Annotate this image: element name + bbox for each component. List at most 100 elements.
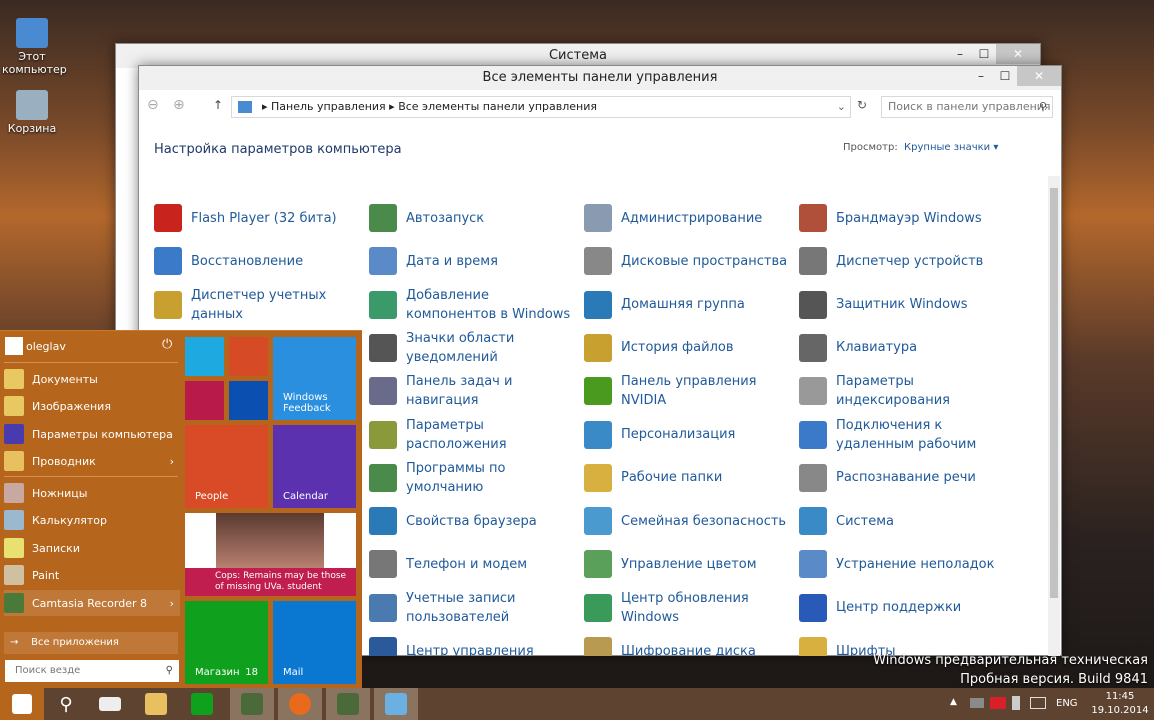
item-icon bbox=[584, 247, 612, 276]
battery-icon[interactable] bbox=[1012, 696, 1020, 710]
up-button[interactable]: ↑ bbox=[213, 98, 223, 112]
show-hidden-icons[interactable]: ▲ bbox=[950, 697, 957, 707]
control-panel-item[interactable]: Дисковые пространства bbox=[584, 240, 794, 282]
start-menu-item[interactable]: Документы bbox=[4, 366, 180, 392]
control-panel-item[interactable]: Центр поддержки bbox=[799, 587, 1009, 629]
control-panel-item[interactable]: Рабочие папки bbox=[584, 457, 794, 499]
close-button[interactable]: ✕ bbox=[1017, 66, 1061, 86]
maximize-button[interactable]: ☐ bbox=[993, 66, 1017, 86]
minimize-button[interactable]: – bbox=[969, 66, 993, 86]
clock[interactable]: 11:45 19.10.2014 bbox=[1090, 690, 1150, 718]
control-panel-item[interactable]: Диспетчер устройств bbox=[799, 240, 1009, 282]
close-button[interactable]: ✕ bbox=[996, 44, 1040, 64]
tile-calendar[interactable]: Calendar bbox=[273, 425, 356, 508]
control-panel-item[interactable]: Защитник Windows bbox=[799, 284, 1009, 326]
control-panel-item[interactable]: Учетные записи пользователей bbox=[369, 587, 579, 629]
desktop-icon-this-pc[interactable]: Этот компьютер bbox=[2, 18, 67, 76]
taskbar-explorer[interactable] bbox=[134, 688, 178, 720]
start-menu-item[interactable]: Записки bbox=[4, 535, 180, 561]
breadcrumb-all-items[interactable]: Все элементы панели управления bbox=[398, 100, 597, 113]
start-menu-item[interactable]: Калькулятор bbox=[4, 507, 180, 533]
mail-notification-icon[interactable] bbox=[990, 697, 1006, 709]
search-input[interactable]: Поиск в панели управления ⚲ bbox=[881, 96, 1053, 118]
scrollbar[interactable] bbox=[1048, 176, 1060, 656]
control-panel-item[interactable]: Устранение неполадок bbox=[799, 543, 1009, 585]
taskbar-store[interactable] bbox=[180, 688, 224, 720]
taskbar-camtasia[interactable] bbox=[230, 688, 274, 720]
tile-news[interactable]: Cops: Remains may be those of missing UV… bbox=[185, 513, 356, 596]
control-panel-item[interactable]: Брандмауэр Windows bbox=[799, 197, 1009, 239]
control-panel-item[interactable]: Семейная безопасность bbox=[584, 500, 794, 542]
minimize-button[interactable]: – bbox=[948, 44, 972, 64]
chevron-down-icon[interactable]: ⌄ bbox=[837, 97, 846, 117]
control-panel-item[interactable]: Flash Player (32 бита) bbox=[154, 197, 364, 239]
start-search-input[interactable]: Поиск везде ⚲ bbox=[5, 660, 179, 682]
start-menu-item[interactable]: Проводник › bbox=[4, 448, 180, 474]
user-name[interactable]: oleglav bbox=[26, 340, 66, 353]
tile-store[interactable]: Магазин 18 bbox=[185, 601, 268, 684]
control-panel-item[interactable]: Администрирование bbox=[584, 197, 794, 239]
control-panel-item[interactable]: Восстановление bbox=[154, 240, 364, 282]
control-panel-item[interactable]: Панель задач и навигация bbox=[369, 370, 579, 412]
tile-windows-feedback[interactable]: Windows Feedback bbox=[273, 337, 356, 420]
back-button[interactable]: ⊖ bbox=[147, 97, 159, 113]
control-panel-item[interactable]: Система bbox=[799, 500, 1009, 542]
control-panel-titlebar[interactable]: Все элементы панели управления – ☐ ✕ bbox=[139, 66, 1061, 90]
control-panel-item[interactable]: Добавление компонентов в Windows bbox=[369, 284, 579, 326]
breadcrumb[interactable]: ▸ Панель управления ▸ Все элементы панел… bbox=[231, 96, 851, 118]
control-panel-item[interactable]: Значки области уведомлений bbox=[369, 327, 579, 369]
start-menu-item[interactable]: Параметры компьютера bbox=[4, 421, 180, 447]
control-panel-item[interactable]: Панель управления NVIDIA bbox=[584, 370, 794, 412]
refresh-icon[interactable]: ↻ bbox=[857, 98, 867, 112]
start-menu-item[interactable]: Paint bbox=[4, 562, 180, 588]
start-button[interactable] bbox=[0, 688, 44, 720]
maximize-button[interactable]: ☐ bbox=[972, 44, 996, 64]
tile-video[interactable] bbox=[185, 381, 224, 420]
control-panel-item[interactable]: Домашняя группа bbox=[584, 284, 794, 326]
tile-skype[interactable] bbox=[185, 337, 224, 376]
forward-button[interactable]: ⊕ bbox=[173, 97, 185, 113]
start-menu-item[interactable]: Изображения bbox=[4, 393, 180, 419]
control-panel-item[interactable]: Телефон и модем bbox=[369, 543, 579, 585]
app-icon bbox=[4, 396, 24, 416]
control-panel-item[interactable]: Подключения к удаленным рабочим bbox=[799, 414, 1009, 456]
chevron-right-icon[interactable]: › bbox=[170, 455, 174, 468]
control-panel-item[interactable]: История файлов bbox=[584, 327, 794, 369]
control-panel-item[interactable]: Центр обновления Windows bbox=[584, 587, 794, 629]
control-panel-item[interactable]: Распознавание речи bbox=[799, 457, 1009, 499]
taskbar-camtasia-recorder[interactable] bbox=[326, 688, 370, 720]
search-button[interactable]: ⚲ bbox=[44, 688, 88, 720]
task-view-button[interactable] bbox=[88, 688, 132, 720]
control-panel-item[interactable]: Диспетчер учетных данных bbox=[154, 284, 364, 326]
network-icon[interactable] bbox=[1030, 697, 1046, 709]
control-panel-item[interactable]: Персонализация bbox=[584, 414, 794, 456]
control-panel-item[interactable]: Управление цветом bbox=[584, 543, 794, 585]
control-panel-item[interactable]: Параметры расположения bbox=[369, 414, 579, 456]
desktop-icon-recycle-bin[interactable]: Корзина bbox=[2, 90, 62, 135]
control-panel-item[interactable]: Автозапуск bbox=[369, 197, 579, 239]
control-panel-item[interactable]: Шифрование диска bbox=[584, 630, 794, 656]
all-apps-button[interactable]: → Все приложения bbox=[4, 632, 178, 654]
control-panel-item[interactable]: Клавиатура bbox=[799, 327, 1009, 369]
computer-icon bbox=[16, 18, 48, 48]
control-panel-item[interactable]: Свойства браузера bbox=[369, 500, 579, 542]
item-icon bbox=[584, 333, 612, 362]
taskbar-control-panel[interactable] bbox=[374, 688, 418, 720]
language-indicator[interactable]: ENG bbox=[1056, 698, 1078, 709]
tile-people[interactable]: People bbox=[185, 425, 268, 508]
control-panel-item[interactable]: Дата и время bbox=[369, 240, 579, 282]
start-menu-item[interactable]: Ножницы bbox=[4, 480, 180, 506]
usb-icon[interactable] bbox=[970, 698, 984, 708]
control-panel-item[interactable]: Центр управления bbox=[369, 630, 579, 656]
taskbar-firefox[interactable] bbox=[278, 688, 322, 720]
tile-onedrive[interactable] bbox=[229, 381, 268, 420]
breadcrumb-control-panel[interactable]: Панель управления bbox=[271, 100, 386, 113]
view-dropdown[interactable]: Крупные значки ▾ bbox=[904, 142, 998, 153]
start-menu-item[interactable]: Camtasia Recorder 8 › bbox=[4, 590, 180, 616]
chevron-right-icon[interactable]: › bbox=[170, 597, 174, 610]
tile-mail[interactable]: Mail bbox=[273, 601, 356, 684]
control-panel-item[interactable]: Параметры индексирования bbox=[799, 370, 1009, 412]
tile-music[interactable] bbox=[229, 337, 268, 376]
control-panel-item[interactable]: Программы по умолчанию bbox=[369, 457, 579, 499]
power-icon[interactable]: ⏻ bbox=[162, 337, 172, 352]
